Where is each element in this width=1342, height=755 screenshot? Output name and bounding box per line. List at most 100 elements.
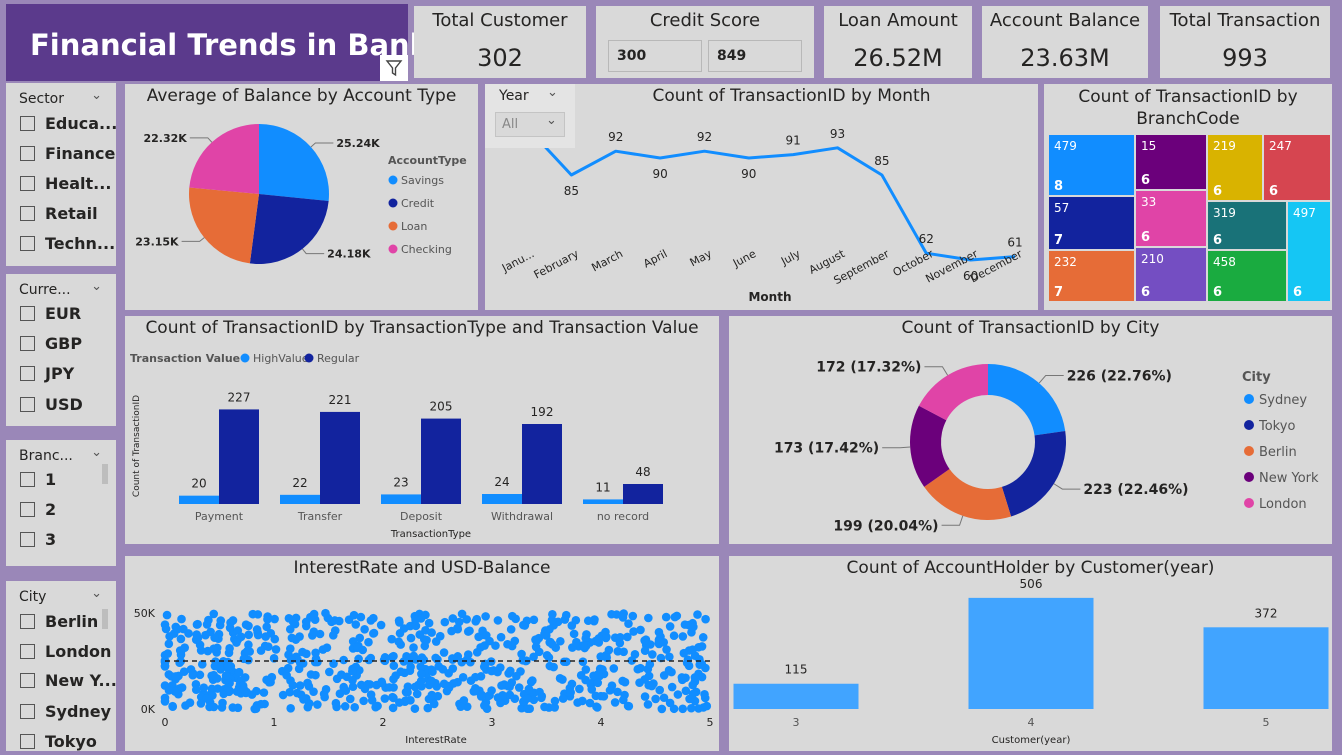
- checkbox[interactable]: [20, 734, 35, 749]
- year-slicer[interactable]: Year ⌄ All ⌄: [485, 84, 575, 148]
- checkbox[interactable]: [20, 472, 35, 487]
- chevron-down-icon[interactable]: ⌄: [91, 586, 102, 601]
- scatter-point: [578, 696, 587, 706]
- chevron-down-icon[interactable]: ⌄: [547, 85, 558, 100]
- slicer-item[interactable]: GBP: [20, 334, 82, 353]
- scatter-point: [340, 702, 350, 711]
- scatter-point: [239, 654, 249, 664]
- kpi-label: Total Customer: [432, 10, 568, 31]
- slicer-item[interactable]: Sydney: [20, 702, 111, 721]
- scatter-point: [579, 641, 588, 650]
- slicer-item[interactable]: 3: [20, 530, 56, 549]
- scatter-chart[interactable]: 0K 50K 0 1 2 3 4 5 InterestRate: [125, 556, 719, 751]
- scatter-point: [480, 701, 489, 710]
- kpi-account-balance: Account Balance 23.63M: [982, 6, 1148, 78]
- slicer-item[interactable]: Educa...: [20, 114, 117, 133]
- scatter-point: [701, 614, 710, 624]
- filter-icon[interactable]: [380, 55, 408, 81]
- scatter-point: [192, 620, 202, 629]
- donut-leader-line: [882, 446, 911, 449]
- clustered-x-tick-label: Withdrawal: [491, 510, 553, 523]
- slicer-item[interactable]: New Y...: [20, 671, 116, 690]
- scrollbar[interactable]: [102, 609, 108, 629]
- pie-leader-line: [189, 137, 213, 143]
- pie-legend-label: Credit: [401, 197, 435, 210]
- chevron-down-icon[interactable]: ⌄: [91, 279, 102, 294]
- scatter-point: [223, 662, 233, 672]
- slicer-item[interactable]: Techn...: [20, 234, 115, 253]
- checkbox[interactable]: [20, 306, 35, 321]
- scatter-point: [387, 634, 397, 644]
- scatter-point: [401, 687, 411, 697]
- clustered-bar: [179, 495, 219, 504]
- pie-chart[interactable]: 25.24K 24.18K 23.15K 22.32K AccountType Savin…: [125, 84, 478, 310]
- slicer-item[interactable]: EUR: [20, 304, 81, 323]
- chevron-down-icon[interactable]: ⌄: [546, 113, 557, 128]
- pie-legend-marker: [388, 244, 398, 254]
- treemap-chart[interactable]: 479 8 57 7 232 7 15 6 33 6 210 6 219 6 247 6 319 6 458 6 497…: [1044, 84, 1332, 310]
- scatter-point: [487, 686, 496, 695]
- slicer-item[interactable]: Finance: [20, 144, 115, 163]
- scatter-point: [201, 630, 210, 640]
- slicer-item[interactable]: JPY: [20, 364, 74, 383]
- scatter-point: [225, 644, 234, 653]
- chevron-down-icon[interactable]: ⌄: [91, 88, 102, 103]
- pie-data-label: 24.18K: [327, 248, 371, 261]
- scatter-point: [689, 622, 698, 632]
- credit-score-max-input[interactable]: 849: [708, 40, 802, 72]
- scatter-point: [540, 702, 549, 712]
- scatter-point: [286, 655, 296, 665]
- slicer-item[interactable]: 2: [20, 500, 56, 519]
- checkbox[interactable]: [20, 206, 35, 221]
- clustered-x-tick-label: Transfer: [297, 510, 343, 523]
- scatter-point: [406, 633, 416, 643]
- scrollbar[interactable]: [102, 464, 108, 484]
- scatter-point: [665, 652, 674, 662]
- slicer-item[interactable]: Tokyo: [20, 732, 97, 751]
- scatter-point: [640, 646, 650, 655]
- checkbox[interactable]: [20, 532, 35, 547]
- credit-score-min-input[interactable]: 300: [608, 40, 702, 72]
- clustered-bar: [320, 411, 360, 504]
- scatter-point: [463, 627, 473, 636]
- scatter-point: [505, 682, 514, 691]
- slicer-item[interactable]: Berlin: [20, 612, 98, 631]
- slicer-item[interactable]: London: [20, 642, 111, 661]
- clustered-bar-chart[interactable]: Transaction Value HighValue RegularCount o…: [125, 316, 719, 544]
- checkbox[interactable]: [20, 614, 35, 629]
- column-chart[interactable]: 115 3 506 4 372 5 Customer(year): [729, 556, 1332, 751]
- checkbox[interactable]: [20, 502, 35, 517]
- donut-leader-line: [941, 515, 964, 526]
- checkbox[interactable]: [20, 336, 35, 351]
- checkbox[interactable]: [20, 704, 35, 719]
- scatter-point: [661, 612, 671, 622]
- slicer-item[interactable]: Healt...: [20, 174, 111, 193]
- treemap-category-label: 6: [1269, 184, 1278, 199]
- line-card: Count of TransactionID by Month 85 92 90 92…: [485, 84, 1038, 310]
- scatter-point: [677, 673, 687, 682]
- checkbox[interactable]: [20, 673, 35, 688]
- checkbox[interactable]: [20, 644, 35, 659]
- checkbox[interactable]: [20, 116, 35, 131]
- scatter-point: [282, 671, 291, 680]
- checkbox[interactable]: [20, 366, 35, 381]
- scatter-point: [354, 654, 363, 664]
- checkbox[interactable]: [20, 146, 35, 161]
- slicer-city: City ⌄ Berlin London New Y... Sydney Tok…: [6, 581, 116, 751]
- checkbox[interactable]: [20, 236, 35, 251]
- treemap-value-label: 210: [1141, 252, 1164, 266]
- slicer-item[interactable]: 1: [20, 470, 56, 489]
- year-dropdown[interactable]: All ⌄: [495, 112, 565, 137]
- donut-legend-marker: [1244, 472, 1254, 482]
- dashboard-banner: Financial Trends in Bank: [6, 4, 429, 81]
- donut-chart[interactable]: 226 (22.76%) 223 (22.46%) 199 (20.04%) 173 …: [729, 316, 1332, 544]
- checkbox[interactable]: [20, 176, 35, 191]
- clustered-x-axis-title: TransactionType: [390, 529, 471, 540]
- chevron-down-icon[interactable]: ⌄: [91, 445, 102, 460]
- slicer-item[interactable]: Retail: [20, 204, 98, 223]
- checkbox[interactable]: [20, 397, 35, 412]
- clustered-x-tick-label: Deposit: [400, 510, 443, 523]
- scatter-point: [209, 702, 219, 712]
- slicer-item[interactable]: USD: [20, 395, 83, 414]
- scatter-point: [389, 661, 399, 670]
